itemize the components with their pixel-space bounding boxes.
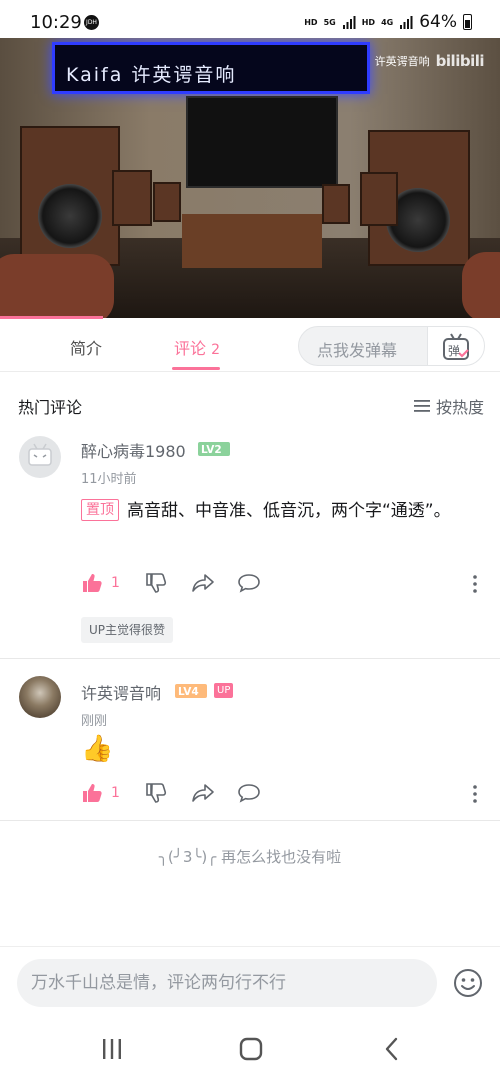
- level-badge-icon: LV2: [198, 442, 230, 456]
- sort-icon: [413, 400, 430, 412]
- danmaku-icon-glyph: 弹: [448, 344, 460, 358]
- reply-button[interactable]: [237, 572, 261, 594]
- reply-button[interactable]: [237, 782, 261, 804]
- comment-content: 置顶 高音甜、中音准、低音沉，两个字“通透”。: [81, 496, 481, 527]
- level-badge-icon: LV4: [175, 684, 207, 698]
- status-indicators: HD 5G HD 4G 64%: [304, 12, 472, 32]
- comment-text: 👍: [81, 734, 114, 764]
- comment-item: 醉心病毒1980 LV2 11小时前 置顶 高音甜、中音准、低音沉，两个字“通透”…: [0, 434, 500, 656]
- jdh-badge-icon: JDH: [84, 15, 99, 30]
- tab-comments[interactable]: 评论 2: [174, 335, 220, 359]
- pinned-badge: 置顶: [81, 499, 119, 521]
- dislike-button[interactable]: [145, 782, 167, 804]
- end-of-comments: ╮(╯3╰)╭ 再怎么找也没有啦: [0, 846, 500, 867]
- hd-label: HD: [304, 17, 318, 27]
- status-time: 10:29: [30, 12, 82, 33]
- comment-input[interactable]: [17, 959, 437, 1007]
- video-watermark: 许英谔音响 bilibili: [374, 52, 485, 70]
- reply-icon: [238, 574, 260, 593]
- emoji-button[interactable]: [452, 967, 484, 1003]
- more-icon: [473, 575, 477, 593]
- avatar[interactable]: [19, 676, 61, 718]
- share-button[interactable]: [191, 782, 215, 804]
- thumb-up-icon: [83, 574, 102, 592]
- mid-speaker-right: [360, 172, 398, 226]
- like-button[interactable]: 1: [81, 572, 120, 594]
- comment-username[interactable]: 醉心病毒1980: [81, 438, 186, 462]
- reply-icon: [238, 784, 260, 803]
- comment-time: 11小时前: [81, 472, 137, 487]
- danmaku-placeholder: 点我发弹幕: [317, 341, 398, 360]
- watermark-channel: 许英谔音响: [374, 55, 430, 68]
- danmaku-input[interactable]: 点我发弹幕 弹: [298, 326, 485, 366]
- video-player[interactable]: Kaifa 许英谔音响 许英谔音响 bilibili: [0, 38, 500, 318]
- tab-comments-count: 2: [211, 342, 221, 358]
- more-icon: [473, 785, 477, 803]
- thumb-down-icon: [146, 573, 167, 593]
- share-icon: [192, 574, 214, 592]
- comment-item: 许英谔音响 LV4 UP 刚刚 👍 1: [0, 676, 500, 816]
- sort-button[interactable]: 按热度: [413, 394, 484, 418]
- end-face: ╮(╯3╰)╭: [158, 848, 217, 866]
- tab-intro[interactable]: 简介: [70, 335, 102, 359]
- mid-speaker-left: [112, 170, 152, 226]
- status-bar: 10:29 JDH HD 5G HD 4G 64%: [0, 0, 500, 38]
- comment-actions: 1: [81, 782, 481, 808]
- like-count: 1: [111, 785, 120, 801]
- left-woofer: [38, 184, 102, 248]
- system-nav-bar: [0, 1016, 500, 1083]
- net-4g-label: 4G: [381, 17, 394, 27]
- more-button[interactable]: [469, 784, 481, 808]
- hot-comments-title: 热门评论: [18, 398, 83, 417]
- neon-sign-text: Kaifa 许英谔音响: [66, 64, 237, 86]
- avatar[interactable]: [19, 436, 61, 478]
- comment-divider: [0, 658, 500, 659]
- emoji-icon: [454, 969, 482, 997]
- danmaku-icon: 弹: [443, 333, 469, 360]
- home-icon[interactable]: [238, 1036, 264, 1062]
- level-badge-text: LV2: [201, 444, 222, 456]
- more-button[interactable]: [469, 574, 481, 598]
- comment-username[interactable]: 许英谔音响: [81, 680, 161, 704]
- end-text: 再怎么找也没有啦: [221, 848, 342, 866]
- comment-input-bar: [0, 946, 500, 1016]
- signal-icon-2: [400, 16, 413, 29]
- thumb-up-icon: [83, 784, 102, 802]
- like-count: 1: [111, 575, 120, 591]
- level-badge-text: LV4: [178, 686, 199, 698]
- share-icon: [192, 784, 214, 802]
- up-badge: UP: [214, 683, 234, 698]
- battery-percent: 64%: [419, 12, 457, 32]
- equipment-rack: [182, 214, 322, 268]
- comment-time: 刚刚: [81, 714, 108, 729]
- danmaku-button[interactable]: 弹: [427, 326, 485, 366]
- tv-screen: [186, 96, 338, 188]
- hd-label-2: HD: [361, 17, 376, 27]
- back-icon[interactable]: [380, 1036, 404, 1062]
- mid-speaker-right-2: [322, 184, 350, 224]
- bilibili-logo-icon: bilibili: [435, 52, 485, 70]
- tab-bar: 简介 评论 2 点我发弹幕 弹: [0, 320, 500, 372]
- hot-comments-header: 热门评论 按热度: [0, 390, 500, 420]
- sort-label: 按热度: [435, 398, 484, 417]
- dislike-button[interactable]: [145, 572, 167, 594]
- comment-actions: 1: [81, 572, 481, 598]
- recent-apps-icon[interactable]: [100, 1036, 124, 1062]
- like-button[interactable]: 1: [81, 782, 120, 804]
- comment-divider: [0, 820, 500, 821]
- comment-text: 高音甜、中音准、低音沉，两个字“通透”。: [127, 501, 451, 521]
- battery-icon: [463, 14, 472, 30]
- thumb-down-icon: [146, 783, 167, 803]
- mid-speaker-left-2: [153, 182, 181, 222]
- up-liked-tag: UP主觉得很赞: [81, 617, 174, 643]
- tab-comments-label: 评论: [174, 339, 207, 358]
- signal-icon: [342, 16, 356, 29]
- sofa-right: [462, 252, 500, 318]
- net-5g-label: 5G: [323, 17, 336, 27]
- default-avatar-icon: [28, 443, 52, 466]
- video-progress-bar[interactable]: [0, 316, 103, 319]
- sofa-left: [0, 254, 114, 318]
- share-button[interactable]: [191, 572, 215, 594]
- tab-active-indicator: [172, 367, 220, 370]
